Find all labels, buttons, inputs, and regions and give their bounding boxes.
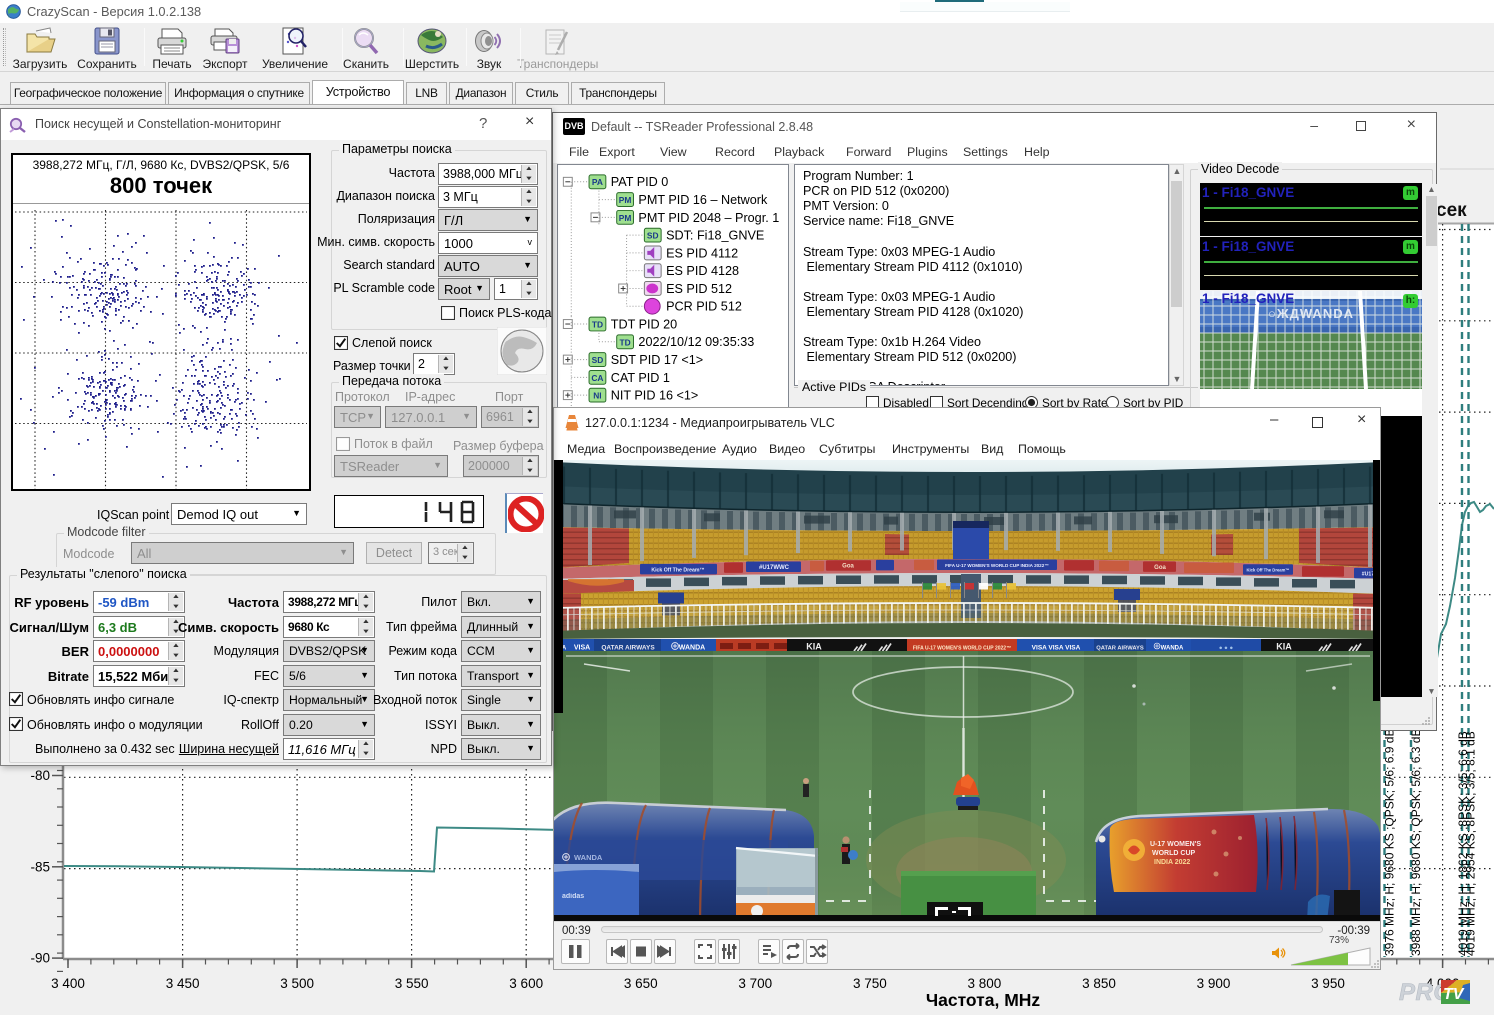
svg-text:PM: PM (619, 213, 632, 223)
svg-text:ES PID 4128: ES PID 4128 (666, 264, 739, 278)
svg-text:сек: сек (1436, 200, 1467, 221)
svg-text:3976 MHz; H; 9680 KS ;QPSK; 5/: 3976 MHz; H; 9680 KS ;QPSK; 5/6; 6.9 dB (1383, 729, 1397, 956)
svg-text:TV: TV (1443, 986, 1465, 1003)
svg-text:3 650: 3 650 (624, 976, 658, 991)
svg-text:PA: PA (592, 177, 603, 187)
svg-text:FIFA U-17 WOMEN'S WORLD CUP 20: FIFA U-17 WOMEN'S WORLD CUP 2022™ (913, 646, 1011, 652)
svg-text:KIA: KIA (1276, 642, 1292, 652)
svg-text:Kick Off The Dream™: Kick Off The Dream™ (651, 567, 704, 573)
svg-text:3 400: 3 400 (51, 976, 85, 991)
svg-text:3 600: 3 600 (509, 976, 543, 991)
svg-text:SD: SD (647, 231, 659, 241)
svg-text:FIFA U-17 WOMEN'S WORLD CUP I: FIFA U-17 WOMEN'S WORLD CUP INDIA 2022™ (945, 563, 1049, 568)
svg-text:CA: CA (591, 373, 603, 383)
svg-text:3 550: 3 550 (395, 976, 429, 991)
svg-text:QATAR AIRWAYS: QATAR AIRWAYS (1096, 646, 1144, 652)
svg-text:4019 MHz; H; 2954 KS; 8PSK; 3/: 4019 MHz; H; 2954 KS; 8PSK; 3/5; 8.1 dB (1464, 731, 1478, 956)
svg-text:#U17: #U17 (1362, 571, 1375, 577)
svg-text:TDT PID 20: TDT PID 20 (611, 317, 677, 331)
svg-text:WANDA: WANDA (679, 645, 705, 652)
svg-text:Kick Off The Dream™: Kick Off The Dream™ (1246, 568, 1289, 573)
svg-text:PM: PM (619, 195, 632, 205)
svg-text:3 750: 3 750 (853, 976, 887, 991)
svg-text:Частота, MHz: Частота, MHz (926, 990, 1041, 1010)
svg-text:2022/10/12 09:35:33: 2022/10/12 09:35:33 (638, 335, 754, 349)
svg-text:3 850: 3 850 (1082, 976, 1116, 991)
svg-text:WANDA: WANDA (574, 853, 603, 862)
svg-text:WORLD CUP: WORLD CUP (1152, 850, 1195, 857)
svg-text:TD: TD (592, 319, 603, 329)
svg-text:CAT PID 1: CAT PID 1 (611, 371, 670, 385)
svg-text:PCR PID 512: PCR PID 512 (666, 300, 742, 314)
svg-text:KIA: KIA (806, 642, 822, 652)
svg-text:3 450: 3 450 (166, 976, 200, 991)
svg-text:#U17WWC: #U17WWC (759, 565, 790, 571)
svg-text:TD: TD (620, 337, 631, 347)
svg-text:3 800: 3 800 (968, 976, 1002, 991)
svg-text:PMT PID 2048 – Progr. 1: PMT PID 2048 – Progr. 1 (638, 211, 779, 225)
svg-text:VISA: VISA (574, 645, 590, 652)
svg-text:-85: -85 (30, 859, 50, 874)
svg-text:PMT PID 16 – Network: PMT PID 16 – Network (638, 193, 768, 207)
svg-text:3 500: 3 500 (280, 976, 314, 991)
svg-text:NIT PID 16 <1>: NIT PID 16 <1> (611, 389, 699, 403)
svg-text:Goa: Goa (842, 564, 854, 570)
svg-text:NI: NI (593, 391, 601, 401)
svg-text:SDT: Fi18_GNVE: SDT: Fi18_GNVE (666, 229, 764, 243)
svg-text:PAT PID 0: PAT PID 0 (611, 175, 669, 189)
svg-text:INDIA 2022: INDIA 2022 (1154, 859, 1190, 866)
svg-text:ES PID 512: ES PID 512 (666, 282, 732, 296)
svg-text:● ● ●: ● ● ● (1219, 646, 1234, 652)
svg-text:3988 MHz; H; 9680 KS; QPSK; 5/: 3988 MHz; H; 9680 KS; QPSK; 5/6; 6.3 dB (1409, 729, 1423, 956)
svg-text:3 700: 3 700 (738, 976, 772, 991)
svg-text:U-17 WOMEN'S: U-17 WOMEN'S (1150, 841, 1201, 848)
svg-text:ES PID 4112: ES PID 4112 (666, 246, 738, 260)
svg-text:3 900: 3 900 (1197, 976, 1231, 991)
svg-text:3 950: 3 950 (1311, 976, 1345, 991)
svg-text:SDT PID 17 <1>: SDT PID 17 <1> (611, 353, 703, 367)
svg-text:QATAR AIRWAYS: QATAR AIRWAYS (601, 645, 655, 652)
svg-text:adidas: adidas (562, 893, 584, 900)
svg-text:SD: SD (592, 355, 604, 365)
svg-text:-80: -80 (30, 768, 50, 783)
svg-text:-90: -90 (30, 951, 50, 966)
svg-text:WANDA: WANDA (1161, 646, 1184, 652)
svg-text:VISA VISA VISA: VISA VISA VISA (1032, 645, 1081, 652)
svg-text:Goa: Goa (1154, 565, 1166, 571)
